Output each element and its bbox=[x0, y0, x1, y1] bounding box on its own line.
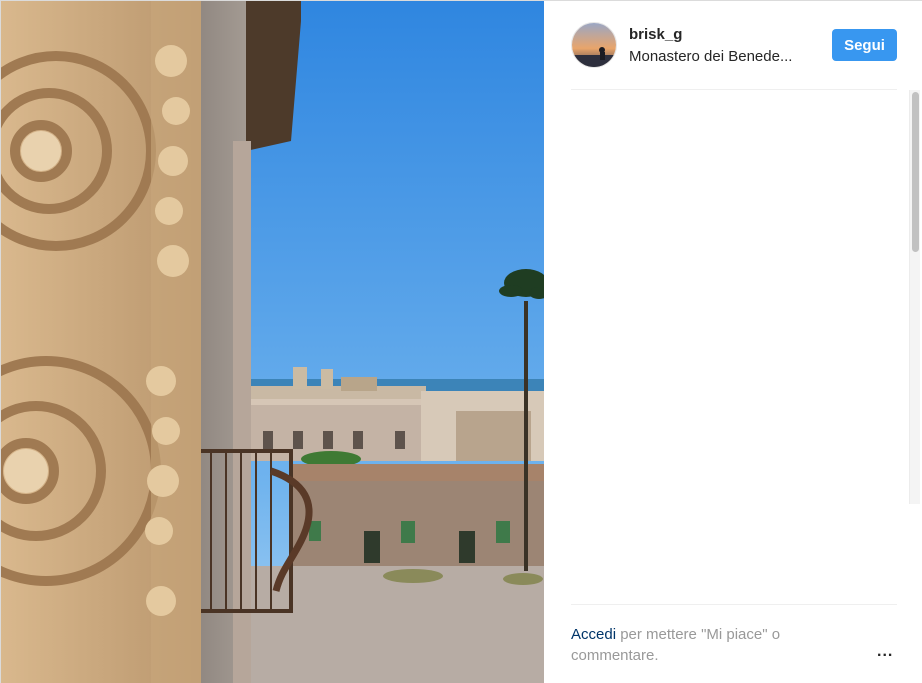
photo-illustration bbox=[1, 1, 544, 683]
post-side-panel: brisk_g Monastero dei Benede... Segui Ac… bbox=[544, 1, 922, 683]
follow-button[interactable]: Segui bbox=[832, 29, 897, 61]
comments-list[interactable] bbox=[571, 90, 907, 504]
post-username[interactable]: brisk_g bbox=[629, 26, 682, 43]
more-options-icon[interactable]: ... bbox=[877, 643, 893, 661]
profile-avatar[interactable] bbox=[571, 22, 617, 68]
login-link[interactable]: Accedi bbox=[571, 626, 616, 643]
comments-scrollbar[interactable] bbox=[909, 90, 920, 504]
post-modal: brisk_g Monastero dei Benede... Segui Ac… bbox=[0, 0, 922, 683]
post-header: brisk_g Monastero dei Benede... Segui bbox=[544, 1, 922, 90]
login-prompt: Accedi per mettere "Mi piace" o commenta… bbox=[571, 624, 851, 666]
scrollbar-thumb[interactable] bbox=[912, 92, 919, 252]
post-location[interactable]: Monastero dei Benede... bbox=[629, 48, 819, 65]
post-photo[interactable] bbox=[1, 1, 544, 683]
avatar-image bbox=[572, 23, 616, 67]
footer-divider bbox=[571, 604, 897, 605]
